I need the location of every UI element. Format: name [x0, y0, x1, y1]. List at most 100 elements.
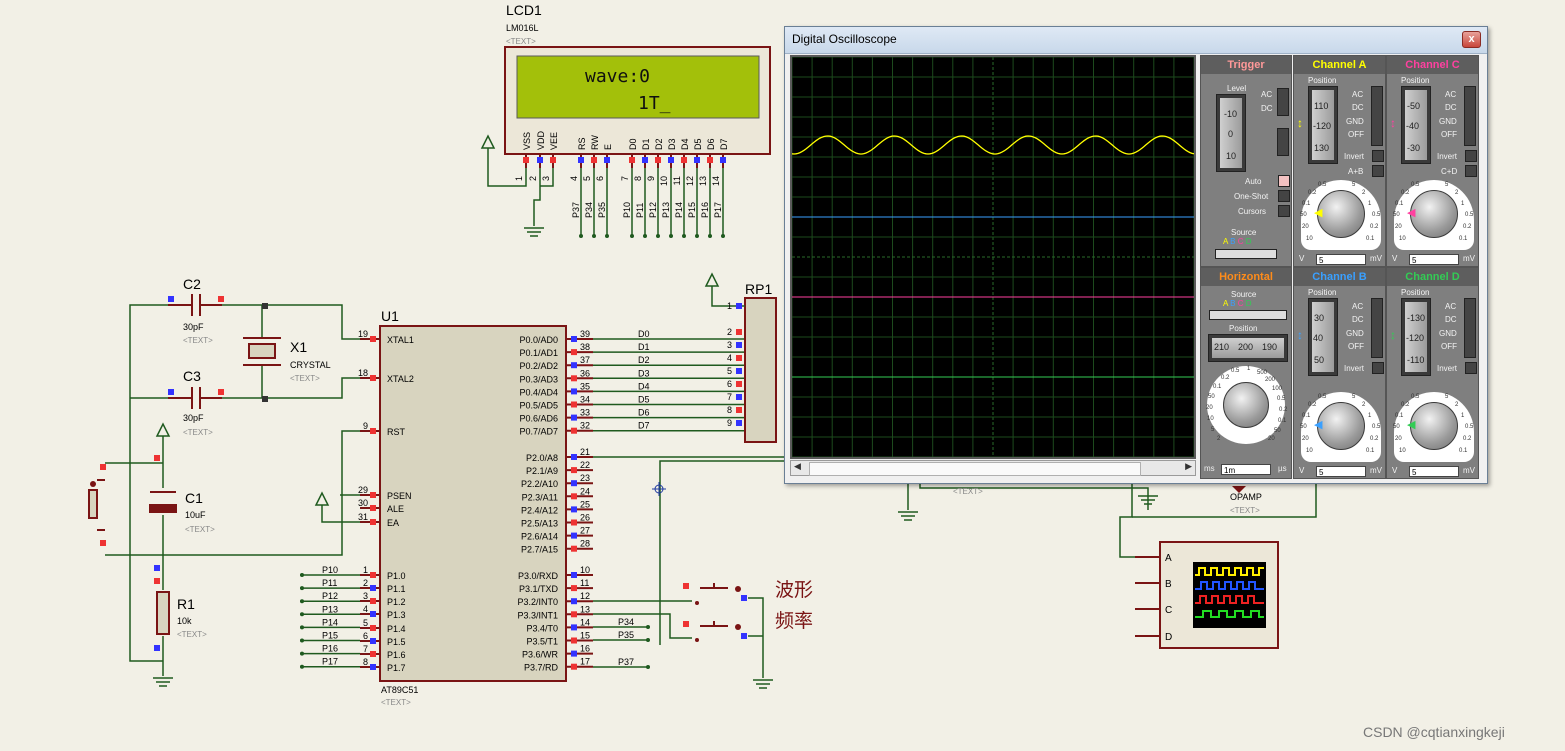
rp1-body[interactable]: [744, 297, 777, 443]
mcu-pin-name: P3.1/TXD: [519, 584, 559, 594]
mcu-pin-name: P1.6: [387, 650, 406, 660]
mcu-bus-net: D3: [638, 368, 650, 378]
channel-b-knob-marker-icon: ◀: [1314, 419, 1323, 431]
x1-ref: X1: [290, 339, 307, 355]
horizontal-knob-scale-label: 0.1: [1278, 418, 1287, 424]
channel-d-position-gauge[interactable]: -130 -120 -110: [1401, 298, 1431, 376]
channel-b-position-gauge[interactable]: 30 40 50: [1308, 298, 1338, 376]
crystal-parts: [88, 294, 281, 635]
channel-a-invert-label: Invert: [1344, 152, 1365, 161]
channel-b-invert-button[interactable]: [1372, 362, 1384, 374]
channel-a-volts-field[interactable]: 5: [1316, 254, 1366, 265]
channel-a-volts-knob[interactable]: [1317, 190, 1365, 238]
mcu-pin-number: 8: [363, 657, 368, 667]
c2-tag: <TEXT>: [183, 336, 213, 345]
c1-ref: C1: [185, 490, 203, 506]
channel-a-coupling-switch[interactable]: [1371, 86, 1383, 146]
push-buttons[interactable]: [700, 583, 728, 627]
scroll-left-icon[interactable]: ◀: [794, 461, 801, 472]
channel-b-volts-field[interactable]: 5: [1316, 466, 1366, 477]
knob-scale-label: 0.1: [1459, 448, 1468, 454]
trigger-coupling-switch[interactable]: [1277, 88, 1289, 116]
channel-d-knob-marker-icon: ◀: [1407, 419, 1416, 431]
channel-a-position-gauge[interactable]: 110 -120 130: [1308, 86, 1338, 164]
trigger-source-letters: A B C D: [1223, 237, 1252, 246]
scope-horizontal-scrollbar[interactable]: ◀ ▶: [790, 460, 1196, 476]
horizontal-knob-scale-label: 2: [1217, 436, 1221, 442]
knob-scale-label: 2: [1455, 190, 1459, 196]
horizontal-timebase-field[interactable]: 1m: [1221, 464, 1271, 475]
channel-b-volts-knob[interactable]: [1317, 402, 1365, 450]
channel-c-volts-field[interactable]: 5: [1409, 254, 1459, 265]
lcd-pin-label: E: [603, 144, 613, 150]
horizontal-knob-scale-label: 50: [1208, 394, 1215, 400]
mcu-pin-number: 10: [580, 565, 590, 575]
channel-d-panel: Channel D Position -130 -120 -110 ↕ AC D…: [1386, 267, 1479, 479]
knob-scale-label: 0.5: [1318, 394, 1327, 400]
horizontal-source-slider[interactable]: [1209, 310, 1287, 320]
knob-scale-label: 5: [1352, 182, 1356, 188]
trigger-ac-label: AC: [1261, 90, 1273, 99]
lcd-pin-number: 11: [672, 176, 682, 185]
lcd-pin-number: 13: [698, 176, 708, 186]
mcu-pin-name: P3.4/T0: [526, 623, 558, 633]
trigger-level-gauge[interactable]: -10 0 10: [1216, 94, 1246, 172]
mcu-pin-number: 32: [580, 421, 590, 431]
mcu-pin-number: 2: [363, 578, 368, 588]
channel-d-volts-knob[interactable]: [1410, 402, 1458, 450]
knob-scale-label: 1: [1461, 413, 1465, 419]
knob-scale-label: 20: [1395, 436, 1402, 442]
opamp-label: OPAMP: [1230, 492, 1262, 502]
channel-c-position-arrow-icon: ↕: [1390, 116, 1396, 130]
channel-a-invert-button[interactable]: [1372, 150, 1384, 162]
knob-scale-label: 10: [1399, 236, 1406, 242]
knob-scale-label: 0.1: [1302, 413, 1311, 419]
mcu-pin-number: 3: [363, 591, 368, 601]
lcd-net-label: P14: [674, 202, 684, 218]
channel-c-position-gauge[interactable]: -50 -40 -30: [1401, 86, 1431, 164]
lcd-tag: <TEXT>: [506, 37, 536, 46]
trigger-edge-switch[interactable]: [1277, 128, 1289, 156]
lcd-pin-label: D1: [641, 138, 651, 150]
horizontal-knob-scale-label: 10: [1207, 416, 1214, 422]
channel-d-title: Channel D: [1387, 268, 1478, 286]
watermark: CSDN @cqtianxingkeji: [1363, 724, 1505, 740]
oscilloscope-window[interactable]: Digital Oscilloscope x ◀ ▶ Trigger Level…: [784, 26, 1488, 484]
horizontal-knob-scale-label: 100: [1272, 386, 1283, 392]
rp1-pin-number: 5: [727, 366, 732, 376]
mcu-pin-name: P2.1/A9: [526, 466, 558, 476]
trigger-source-label: Source: [1231, 228, 1257, 237]
channel-d-invert-button[interactable]: [1465, 362, 1477, 374]
oscilloscope-titlebar[interactable]: Digital Oscilloscope x: [785, 27, 1487, 54]
scroll-thumb[interactable]: [809, 462, 1141, 476]
trigger-panel: Trigger Level -10 0 10 AC DC Auto One-Sh…: [1200, 55, 1292, 267]
channel-c-knob-marker-icon: ◀: [1407, 207, 1416, 219]
channel-d-coupling-switch[interactable]: [1464, 298, 1476, 358]
scroll-right-icon[interactable]: ▶: [1185, 461, 1192, 472]
trigger-tick-top: -10: [1224, 109, 1238, 119]
c3-ref: C3: [183, 368, 201, 384]
mcu-pin-name: P2.3/A11: [522, 492, 558, 502]
trigger-auto-button[interactable]: [1278, 175, 1290, 187]
mcu-pin-name: P1.5: [387, 637, 406, 647]
trigger-source-slider[interactable]: [1215, 249, 1277, 259]
channel-a-math-button[interactable]: [1372, 165, 1384, 177]
knob-scale-label: 10: [1399, 448, 1406, 454]
trigger-oneshot-button[interactable]: [1278, 190, 1290, 202]
channel-c-coupling-switch[interactable]: [1464, 86, 1476, 146]
horizontal-timebase-knob[interactable]: [1223, 382, 1269, 428]
channel-d-volts-field[interactable]: 5: [1409, 466, 1459, 477]
channel-b-coupling-switch[interactable]: [1371, 298, 1383, 358]
mcu-pin-name: P1.0: [387, 571, 406, 581]
close-icon[interactable]: x: [1462, 31, 1481, 48]
horizontal-knob-scale-label: 200: [1265, 377, 1276, 383]
channel-c-invert-button[interactable]: [1465, 150, 1477, 162]
channel-c-volts-knob[interactable]: [1410, 190, 1458, 238]
trigger-dc-label: DC: [1261, 104, 1273, 113]
mcu-pin-number: 5: [363, 618, 368, 628]
trigger-tick-mid: 0: [1228, 129, 1234, 139]
horizontal-position-gauge[interactable]: 210 200 190: [1208, 334, 1288, 362]
horizontal-knob-scale-label: 0.5: [1231, 368, 1240, 374]
trigger-cursors-button[interactable]: [1278, 205, 1290, 217]
channel-c-math-button[interactable]: [1465, 165, 1477, 177]
